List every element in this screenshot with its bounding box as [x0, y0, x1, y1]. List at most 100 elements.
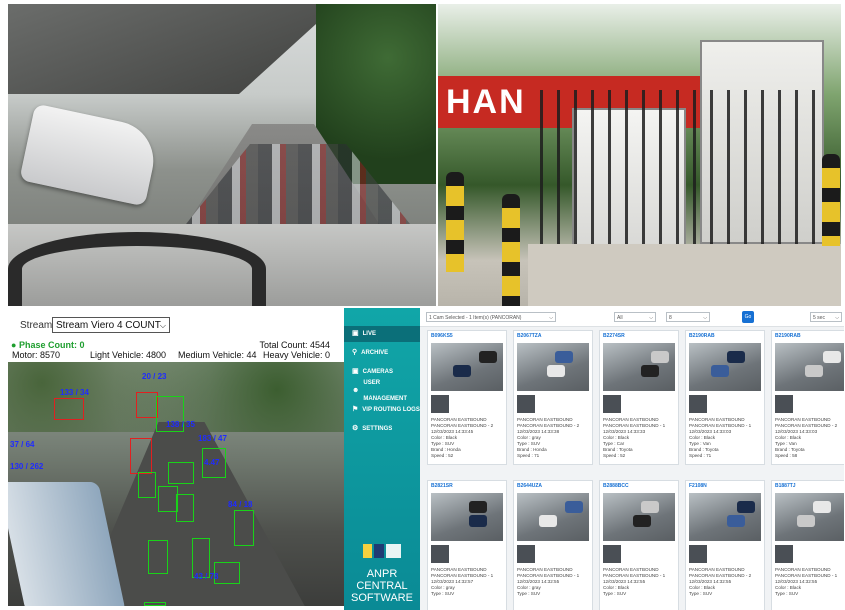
vehicle-snapshot[interactable]: [689, 493, 761, 541]
plate-thumbnail[interactable]: [431, 395, 449, 413]
heavy-vehicle-count: Heavy Vehicle: 0: [262, 350, 330, 360]
vehicle: [711, 365, 729, 377]
vehicle: [813, 501, 831, 513]
vehicle-snapshot[interactable]: [431, 343, 503, 391]
plate-thumbnail[interactable]: [775, 545, 793, 563]
plate-thumbnail[interactable]: [775, 395, 793, 413]
vehicle: [797, 515, 815, 527]
vehicle: [805, 365, 823, 377]
sidebar-item-settings[interactable]: ⚙ SETTINGS: [344, 421, 420, 437]
sidebar-item-archive[interactable]: ⚲ ARCHIVE: [344, 345, 420, 361]
plate-card[interactable]: B2067TZA PANCORAN EASTBOUND PANCORAN EASTB…: [513, 330, 593, 465]
detection-label: 43 / 78: [194, 572, 219, 581]
count-filter-select[interactable]: 8 ⌵: [666, 312, 710, 322]
vehicle: [641, 501, 659, 513]
card-type: Type : SUV: [603, 591, 627, 596]
vehicle-info: PANCORAN EASTBOUND PANCORAN EASTBOUND - 1…: [517, 567, 590, 597]
plate-card[interactable]: B2190RAB PANCORAN EASTBOUND PANCORAN EASTB…: [685, 330, 765, 465]
gear-icon: ⚙: [352, 425, 359, 432]
vehicle: [469, 515, 487, 527]
vehicle: [453, 365, 471, 377]
card-speed: Speed : 58: [775, 453, 798, 458]
detection-label: 37 / 64: [10, 440, 35, 449]
plate-thumbnail[interactable]: [603, 395, 621, 413]
plate-thumbnail[interactable]: [517, 545, 535, 563]
plate-thumbnail[interactable]: [603, 545, 621, 563]
plate-thumbnail[interactable]: [689, 395, 707, 413]
card-speed: Speed : 52: [431, 453, 454, 458]
camera-filter-select[interactable]: 1 Cam Selected - 1 Item(s) (PANCORAN) ⌵: [426, 312, 556, 322]
type-filter-select[interactable]: All ⌵: [614, 312, 656, 322]
brand-name: ANPR CENTRAL SOFTWARE: [351, 568, 413, 604]
bollard: [446, 172, 464, 272]
vehicle-snapshot[interactable]: [689, 343, 761, 391]
card-type: Type : SUV: [517, 591, 541, 596]
plate-number: F2108N: [689, 483, 707, 489]
detection-box: [136, 392, 158, 418]
card-speed: Speed : 52: [603, 453, 626, 458]
plate-thumbnail[interactable]: [517, 395, 535, 413]
vehicle-info: PANCORAN EASTBOUND PANCORAN EASTBOUND - 2…: [775, 417, 844, 459]
plate-card[interactable]: B2274SR PANCORAN EASTBOUND PANCORAN EASTBO…: [599, 330, 679, 465]
plate-number: B1887TJ: [775, 483, 796, 489]
plate-card[interactable]: B096KS5 PANCORAN EASTBOUND PANCORAN EASTBO…: [427, 330, 507, 465]
plate-number: B2644UZA: [517, 483, 543, 489]
plate-number: B2888BCC: [603, 483, 629, 489]
anpr-central-software: ▣ LIVE ⚲ ARCHIVE ▣ CAMERAS ☻ USER MANAGEMENT…: [344, 308, 844, 610]
detection-label: 20 / 23: [142, 372, 167, 381]
camera-installation-photo: [8, 4, 436, 306]
vehicle-snapshot[interactable]: [603, 343, 675, 391]
vehicle-info: PANCORAN EASTBOUND PANCORAN EASTBOUND - 1…: [431, 567, 504, 597]
filter-bar: 1 Cam Selected - 1 Item(s) (PANCORAN) ⌵ A…: [420, 308, 844, 327]
sidebar-item-vip-routing-logs[interactable]: ⚑ VIP ROUTING LOGS: [344, 402, 420, 418]
light-vehicle-count: Light Vehicle: 4800: [90, 350, 167, 360]
detection-box: [168, 462, 194, 484]
plate-card[interactable]: B1887TJ PANCORAN EASTBOUND PANCORAN EASTBO…: [771, 480, 844, 610]
plate-card[interactable]: B2821SR PANCORAN EASTBOUND PANCORAN EASTBO…: [427, 480, 507, 610]
plate-number: B2067TZA: [517, 333, 542, 339]
vehicle: [633, 515, 651, 527]
vehicle: [539, 515, 557, 527]
vehicle: [479, 351, 497, 363]
plate-card[interactable]: B2888BCC PANCORAN EASTBOUND PANCORAN EASTB…: [599, 480, 679, 610]
roadside-cabinet-photo: HAN: [438, 4, 841, 306]
vehicle-snapshot[interactable]: [431, 493, 503, 541]
sidebar-item-live[interactable]: ▣ LIVE: [344, 326, 420, 342]
chevron-down-icon: ⌵: [649, 315, 653, 321]
detection-label: 4.47: [204, 458, 220, 467]
detection-box: [144, 602, 166, 606]
brand-logo: [363, 544, 401, 558]
plate-card[interactable]: B2190RAB PANCORAN EASTBOUND PANCORAN EASTB…: [771, 330, 844, 465]
plate-thumbnail[interactable]: [689, 545, 707, 563]
stream-select-value: Stream Viero 4 COUNT: [56, 320, 161, 331]
refresh-interval-select[interactable]: 5 sec ⌵: [810, 312, 842, 322]
bollard: [502, 194, 520, 306]
vehicle: [823, 351, 841, 363]
sidebar: ▣ LIVE ⚲ ARCHIVE ▣ CAMERAS ☻ USER MANAGEMENT…: [344, 308, 420, 610]
vehicle-info: PANCORAN EASTBOUND PANCORAN EASTBOUND - 1…: [775, 567, 844, 597]
plate-card[interactable]: F2108N PANCORAN EASTBOUND PANCORAN EASTBOU…: [685, 480, 765, 610]
counter-header: Stream Stream Viero 4 COUNT ⌵ ● Phase Co…: [8, 308, 344, 370]
vehicle-info: PANCORAN EASTBOUND PANCORAN EASTBOUND - 1…: [689, 417, 762, 459]
detection-box: [138, 472, 156, 498]
logs-icon: ⚑: [352, 406, 359, 413]
vehicle-snapshot[interactable]: [603, 493, 675, 541]
plate-number: B2821SR: [431, 483, 453, 489]
sidebar-item-user-management[interactable]: ☻ USER MANAGEMENT: [344, 380, 420, 402]
vehicle-snapshot[interactable]: [775, 493, 844, 541]
vehicle-snapshot[interactable]: [775, 343, 844, 391]
go-button[interactable]: Go: [742, 311, 754, 323]
detection-box: [148, 540, 168, 574]
plate-number: B2190RAB: [689, 333, 715, 339]
vehicle: [555, 351, 573, 363]
vehicle-snapshot[interactable]: [517, 343, 589, 391]
flyover-deck: [8, 4, 338, 94]
stream-select[interactable]: Stream Viero 4 COUNT ⌵: [52, 317, 170, 333]
phase-count: ● Phase Count: 0: [11, 340, 85, 350]
plate-number: B096KS5: [431, 333, 453, 339]
vehicle-snapshot[interactable]: [517, 493, 589, 541]
plate-card[interactable]: B2644UZA PANCORAN EASTBOUND PANCORAN EASTB…: [513, 480, 593, 610]
plate-thumbnail[interactable]: [431, 545, 449, 563]
card-type: Type : SUV: [689, 591, 713, 596]
chevron-down-icon: ⌵: [549, 315, 553, 321]
